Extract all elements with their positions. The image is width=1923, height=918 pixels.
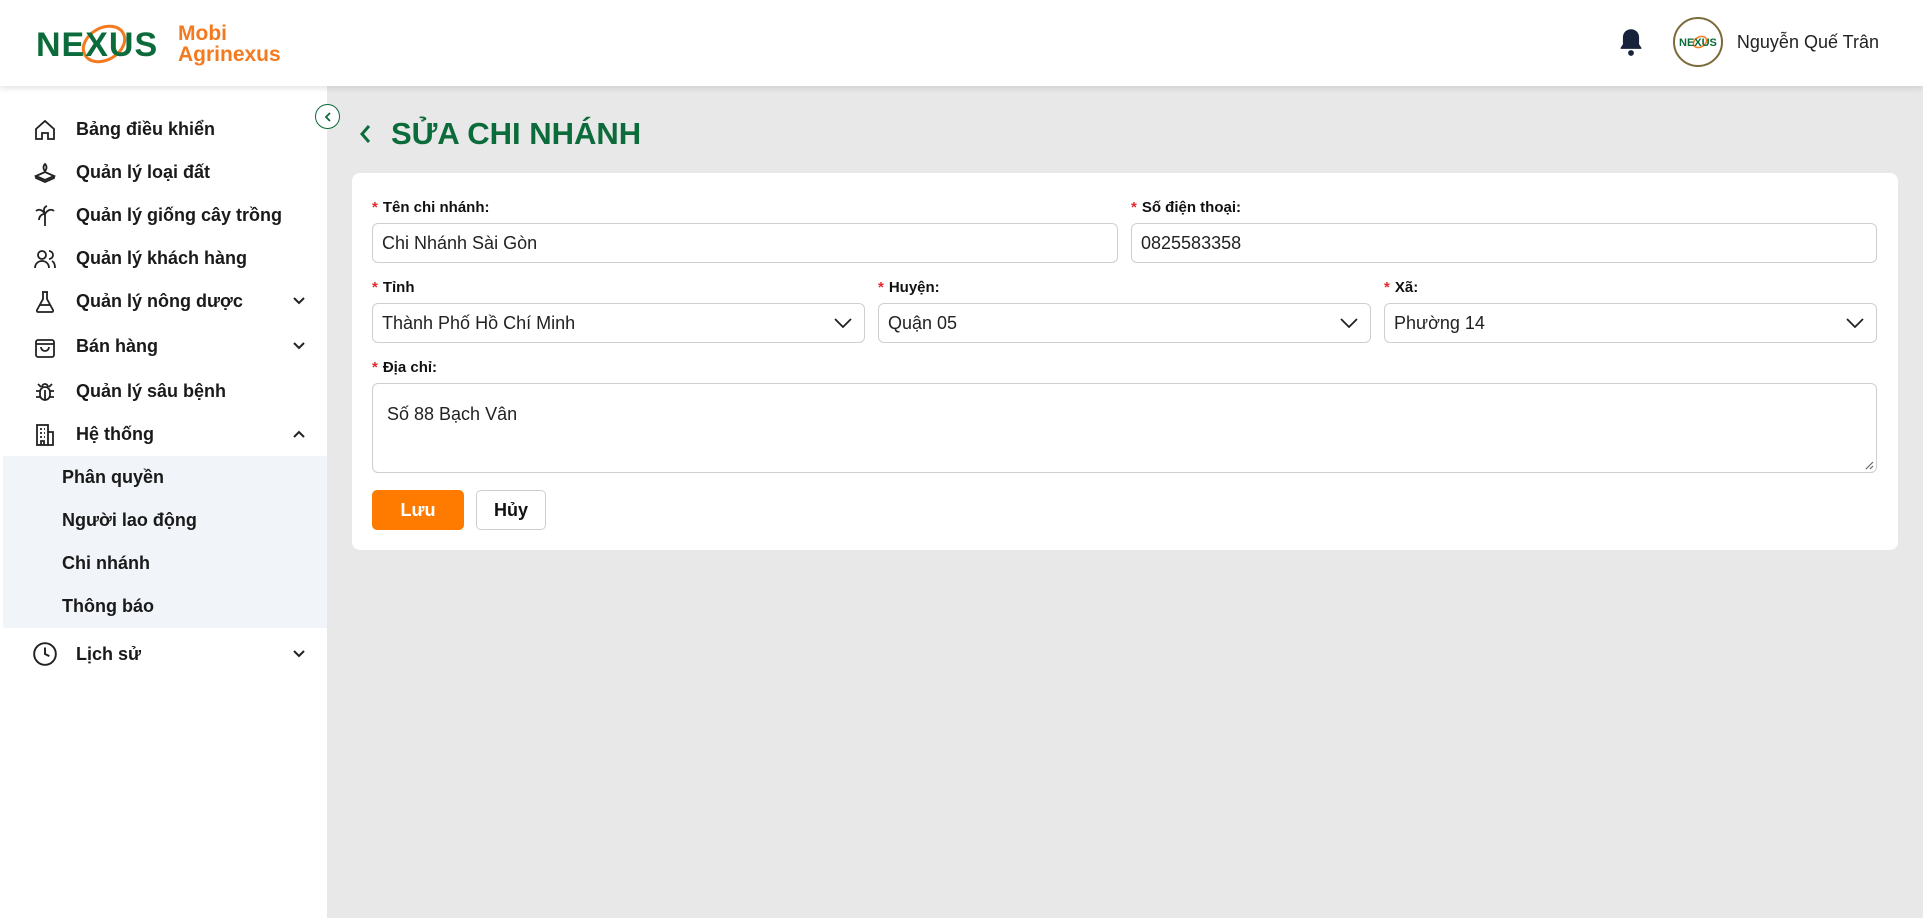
submenu-item-permissions[interactable]: Phân quyền xyxy=(3,456,327,499)
sidebar-item-label: Lịch sử xyxy=(76,643,142,664)
bug-icon xyxy=(32,379,58,405)
back-button[interactable] xyxy=(357,123,379,145)
users-icon xyxy=(32,246,58,272)
brand-name: Mobi Agrinexus xyxy=(178,23,281,65)
system-submenu: Phân quyền Người lao động Chi nhánh Thôn… xyxy=(3,456,327,628)
province-label: * Tỉnh xyxy=(372,277,865,297)
ward-label: * Xã: xyxy=(1384,277,1877,297)
phone-field: * Số điện thoại: 0825583358 xyxy=(1131,197,1877,263)
main-content: SỬA CHI NHÁNH * Tên chi nhánh: Chi Nhánh … xyxy=(327,86,1923,918)
svg-text:NEXUS: NEXUS xyxy=(36,26,158,64)
chevron-down-icon xyxy=(834,318,852,329)
sidebar-item-system[interactable]: Hệ thống xyxy=(0,413,327,456)
address-textarea[interactable]: Số 88 Bạch Vân xyxy=(372,383,1877,473)
brand-name-line2: Agrinexus xyxy=(178,43,281,66)
ward-field: * Xã: Phường 14 xyxy=(1384,277,1877,343)
avatar-logo-icon: NEXUS xyxy=(1679,35,1717,49)
label-text: Tỉnh xyxy=(382,278,415,296)
phone-label: * Số điện thoại: xyxy=(1131,197,1877,217)
required-mark: * xyxy=(1131,198,1137,216)
label-text: Số điện thoại: xyxy=(1141,198,1242,216)
submenu-item-notifications[interactable]: Thông báo xyxy=(3,585,327,628)
chevron-down-icon[interactable] xyxy=(291,646,307,662)
clock-icon xyxy=(32,641,58,667)
soil-icon xyxy=(32,160,58,186)
flask-icon xyxy=(32,289,58,315)
chevron-up-icon[interactable] xyxy=(291,426,307,442)
district-value: Quận 05 xyxy=(888,312,958,333)
submenu-item-workers[interactable]: Người lao động xyxy=(3,499,327,542)
sidebar-item-label: Bán hàng xyxy=(76,336,159,356)
sidebar-collapse-button[interactable] xyxy=(315,104,340,129)
submenu-item-branches[interactable]: Chi nhánh xyxy=(3,542,327,585)
cancel-button[interactable]: Hủy xyxy=(476,490,546,530)
branch-name-input[interactable]: Chi Nhánh Sài Gòn xyxy=(372,223,1118,263)
chevron-down-icon xyxy=(1846,318,1864,329)
brand-name-line1: Mobi xyxy=(178,22,227,45)
svg-text:NEXUS: NEXUS xyxy=(1679,37,1717,49)
sidebar-item-dashboard[interactable]: Bảng điều khiển xyxy=(0,108,327,151)
edit-branch-form: * Tên chi nhánh: Chi Nhánh Sài Gòn * Số đi… xyxy=(352,173,1898,550)
branch-name-label: * Tên chi nhánh: xyxy=(372,197,1118,217)
required-mark: * xyxy=(372,198,378,216)
chevron-down-icon[interactable] xyxy=(291,293,307,309)
sidebar-item-label: Quản lý giống cây trồng xyxy=(76,205,283,225)
address-value: Số 88 Bạch Vân xyxy=(387,404,518,424)
address-label: * Địa chỉ: xyxy=(372,357,1877,377)
sidebar-item-label: Quản lý khách hàng xyxy=(76,248,248,268)
address-field: * Địa chỉ: Số 88 Bạch Vân xyxy=(372,357,1877,473)
sidebar-item-pesticides[interactable]: Quản lý nông dược xyxy=(0,280,327,323)
chevron-down-icon xyxy=(1340,318,1358,329)
home-icon xyxy=(32,117,58,143)
label-text: Xã: xyxy=(1394,278,1419,296)
sidebar-item-pests[interactable]: Quản lý sâu bệnh xyxy=(0,370,327,413)
page-title: SỬA CHI NHÁNH xyxy=(357,116,641,152)
district-field: * Huyện: Quận 05 xyxy=(878,277,1371,343)
sidebar-item-label: Hệ thống xyxy=(76,424,154,444)
sidebar-item-label: Bảng điều khiển xyxy=(76,119,216,139)
building-icon xyxy=(32,422,58,448)
chevron-down-icon[interactable] xyxy=(291,338,307,354)
shopping-bag-icon xyxy=(32,334,58,360)
palm-tree-icon xyxy=(32,203,58,229)
sidebar-item-sales[interactable]: Bán hàng xyxy=(0,323,327,370)
sidebar-item-label: Quản lý nông dược xyxy=(76,291,243,311)
label-text: Tên chi nhánh: xyxy=(382,198,490,216)
sidebar-item-plant-varieties[interactable]: Quản lý giống cây trồng xyxy=(0,194,327,237)
resize-handle-icon[interactable] xyxy=(1864,460,1874,470)
sidebar: Bảng điều khiển Quản lý loại đất Quản lý… xyxy=(0,86,327,918)
top-header: NEXUS Mobi Agrinexus NEXUS Nguyễn Quế Tr… xyxy=(0,0,1923,86)
sidebar-item-soil[interactable]: Quản lý loại đất xyxy=(0,151,327,194)
user-name[interactable]: Nguyễn Quế Trân xyxy=(1737,32,1879,53)
required-mark: * xyxy=(1384,278,1390,296)
brand-logo[interactable]: NEXUS Mobi Agrinexus xyxy=(34,16,281,72)
label-text: Huyện: xyxy=(888,278,940,296)
app-root: NEXUS Mobi Agrinexus NEXUS Nguyễn Quế Tr… xyxy=(0,0,1923,918)
province-value: Thành Phố Hồ Chí Minh xyxy=(382,312,576,333)
required-mark: * xyxy=(372,278,378,296)
province-field: * Tỉnh Thành Phố Hồ Chí Minh xyxy=(372,277,865,343)
sidebar-item-label: Quản lý loại đất xyxy=(76,162,211,182)
phone-input[interactable]: 0825583358 xyxy=(1131,223,1877,263)
sidebar-item-label: Quản lý sâu bệnh xyxy=(76,381,227,401)
ward-value: Phường 14 xyxy=(1394,312,1485,333)
bell-icon[interactable] xyxy=(1617,27,1645,57)
chevron-left-icon xyxy=(360,125,371,143)
province-select[interactable]: Thành Phố Hồ Chí Minh xyxy=(372,303,865,343)
chevron-left-icon xyxy=(324,111,331,122)
required-mark: * xyxy=(878,278,884,296)
district-label: * Huyện: xyxy=(878,277,1371,297)
nexus-logo-icon: NEXUS xyxy=(36,24,158,64)
ward-select[interactable]: Phường 14 xyxy=(1384,303,1877,343)
district-select[interactable]: Quận 05 xyxy=(878,303,1371,343)
sidebar-item-customers[interactable]: Quản lý khách hàng xyxy=(0,237,327,280)
avatar[interactable]: NEXUS xyxy=(1672,17,1723,67)
label-text: Địa chỉ: xyxy=(382,358,438,376)
page-title-text: SỬA CHI NHÁNH xyxy=(391,116,642,151)
save-button[interactable]: Lưu xyxy=(372,490,464,530)
required-mark: * xyxy=(372,358,378,376)
sidebar-item-history[interactable]: Lịch sử xyxy=(0,628,327,680)
header-user-area: NEXUS Nguyễn Quế Trân xyxy=(1617,16,1879,68)
branch-name-field: * Tên chi nhánh: Chi Nhánh Sài Gòn xyxy=(372,197,1118,263)
